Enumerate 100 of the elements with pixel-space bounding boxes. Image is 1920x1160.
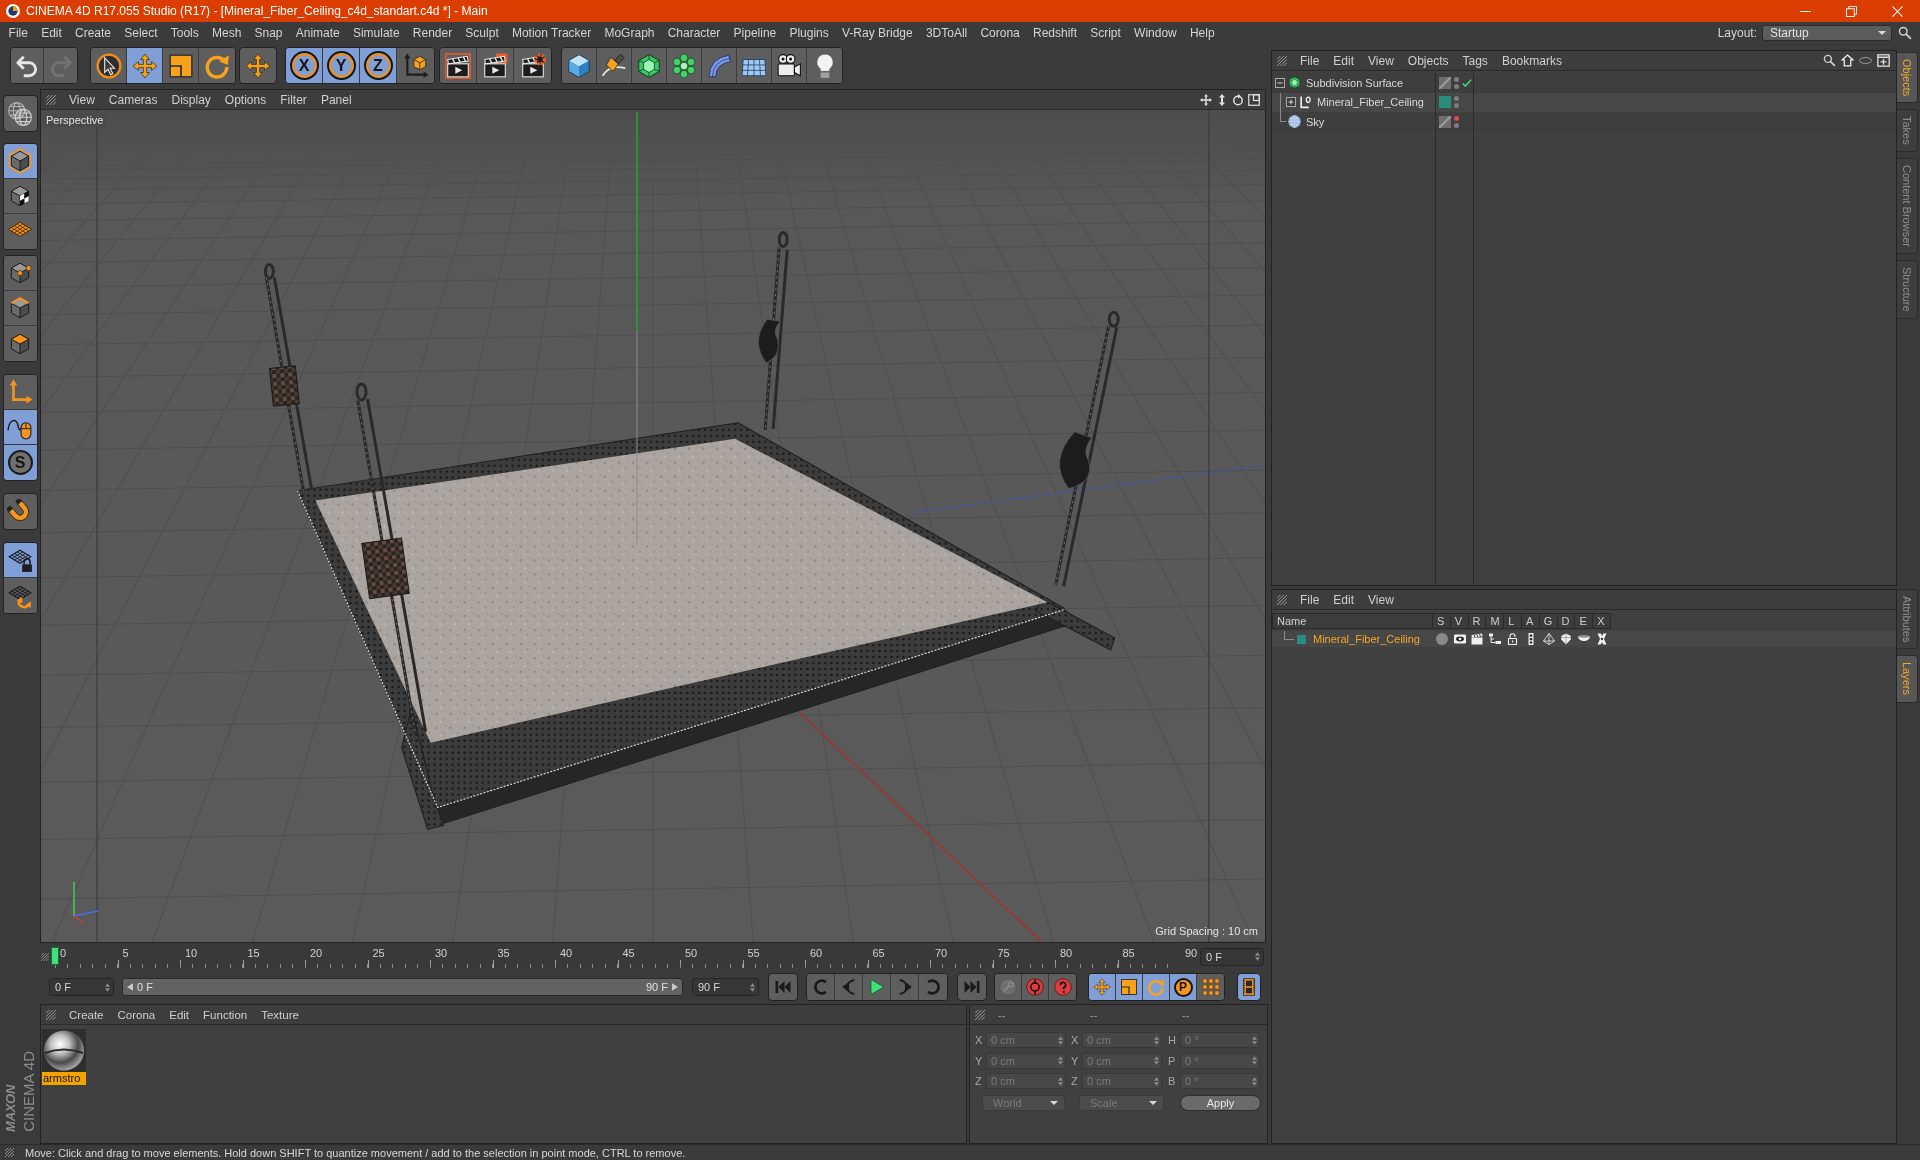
layer-name[interactable]: Mineral_Fiber_Ceiling bbox=[1313, 633, 1420, 645]
menu-item[interactable]: Snap bbox=[247, 26, 290, 40]
column-header[interactable]: S bbox=[1433, 613, 1451, 629]
render-visibility-dot-icon[interactable] bbox=[1454, 122, 1459, 128]
panel-grip-icon[interactable] bbox=[5, 1148, 14, 1157]
menu-item[interactable]: View bbox=[1361, 53, 1401, 68]
column-header[interactable]: E bbox=[1575, 613, 1594, 629]
layer-color-swatch-icon[interactable] bbox=[1297, 634, 1306, 644]
maximize-view-icon[interactable] bbox=[1248, 93, 1260, 106]
stepper-arrows-icon[interactable] bbox=[105, 982, 110, 992]
shield-icon[interactable] bbox=[1560, 633, 1573, 645]
slashed-square-icon[interactable] bbox=[1439, 76, 1451, 89]
menu-item[interactable]: Mesh bbox=[205, 26, 248, 40]
go-to-end-button[interactable] bbox=[957, 973, 987, 1001]
menu-item[interactable]: Edit bbox=[34, 26, 69, 40]
timeline-ruler[interactable]: 0 5 10 15 20 25 30 35 40 45 50 55 60 65 70 75 80 85 90 bbox=[50, 945, 1196, 968]
editor-visibility-dot-icon[interactable] bbox=[1454, 96, 1459, 102]
padlock-icon[interactable] bbox=[1507, 633, 1520, 645]
panel-grip-icon[interactable] bbox=[1277, 55, 1287, 66]
menu-item[interactable]: Character bbox=[661, 26, 727, 40]
layout-dropdown[interactable]: Startup bbox=[1762, 25, 1892, 41]
range-end-handle[interactable]: 90 F bbox=[642, 979, 682, 995]
menu-item[interactable]: Edit bbox=[162, 1008, 197, 1021]
move-tool-button[interactable] bbox=[127, 48, 163, 83]
viewport-menu-item[interactable]: Display bbox=[164, 92, 218, 107]
hierarchy-icon[interactable] bbox=[1489, 633, 1502, 645]
menu-item[interactable]: Animate bbox=[289, 26, 347, 40]
axis-lock-button[interactable]: Y bbox=[323, 48, 360, 83]
panel-grip-icon[interactable] bbox=[1277, 594, 1287, 605]
viewport-menu-item[interactable]: Panel bbox=[313, 92, 359, 107]
search-icon[interactable] bbox=[1898, 26, 1912, 40]
menu-item[interactable]: Help bbox=[1183, 26, 1222, 40]
menu-item[interactable]: Render bbox=[406, 26, 459, 40]
model-mode-button[interactable] bbox=[3, 144, 37, 179]
solo-button[interactable]: S bbox=[3, 445, 37, 480]
3d-viewport[interactable]: Perspective Grid Spacing : 10 cm bbox=[41, 110, 1265, 942]
previous-key-button[interactable] bbox=[807, 974, 835, 1000]
menu-item[interactable]: Edit bbox=[1326, 592, 1362, 607]
panel-grip-icon[interactable] bbox=[975, 1009, 985, 1020]
object-name[interactable]: Sky bbox=[1306, 115, 1325, 128]
axis-lock-button[interactable]: Z bbox=[360, 48, 397, 83]
material-name[interactable]: armstro bbox=[42, 1072, 86, 1085]
tweak-mode-button[interactable] bbox=[3, 410, 37, 445]
menu-item[interactable]: Window bbox=[1127, 26, 1184, 40]
menu-item[interactable]: Create bbox=[62, 1008, 111, 1021]
viewport-menu-item[interactable]: Cameras bbox=[101, 92, 165, 107]
oval-icon[interactable] bbox=[1859, 54, 1872, 67]
menu-item[interactable]: Texture bbox=[254, 1008, 306, 1021]
object-name[interactable]: Subdivision Surface bbox=[1306, 76, 1404, 89]
menu-item[interactable]: Objects bbox=[1400, 53, 1456, 68]
expand-toggle-icon[interactable] bbox=[1286, 97, 1296, 108]
editor-visibility-dot-icon[interactable] bbox=[1454, 115, 1459, 121]
side-tab[interactable]: Layers bbox=[1897, 655, 1918, 703]
search-icon[interactable] bbox=[1823, 54, 1836, 67]
editor-visibility-dot-icon[interactable] bbox=[1454, 76, 1459, 82]
material-sphere-thumbnail[interactable] bbox=[42, 1029, 86, 1072]
wire-pyramid-icon[interactable] bbox=[1542, 633, 1555, 645]
snap-button[interactable] bbox=[2, 493, 38, 530]
check-icon[interactable] bbox=[1462, 78, 1472, 87]
column-header[interactable]: M bbox=[1486, 613, 1505, 629]
object-name[interactable]: Mineral_Fiber_Ceiling bbox=[1317, 96, 1424, 109]
viewport-menu-item[interactable]: View bbox=[62, 92, 102, 107]
start-frame-field[interactable]: 0 F bbox=[49, 978, 114, 996]
layer-color-swatch-icon[interactable] bbox=[1439, 96, 1451, 109]
points-mode-button[interactable] bbox=[3, 256, 37, 291]
menu-item[interactable]: Sculpt bbox=[458, 26, 506, 40]
panel-grip-icon[interactable] bbox=[46, 1009, 56, 1020]
time-range-slider[interactable]: 0 F 90 F bbox=[122, 978, 683, 996]
menu-item[interactable]: Bookmarks bbox=[1494, 53, 1569, 68]
menu-item[interactable]: Redshift bbox=[1026, 26, 1084, 40]
pan-arrows-icon[interactable] bbox=[1200, 93, 1212, 106]
menu-item[interactable]: Script bbox=[1083, 26, 1128, 40]
axis-lock-button[interactable]: X bbox=[286, 48, 323, 83]
home-icon[interactable] bbox=[1841, 54, 1854, 67]
viewport-menu-item[interactable]: Options bbox=[217, 92, 274, 107]
zoom-arrows-icon[interactable] bbox=[1216, 93, 1228, 106]
stepper-arrows-icon[interactable] bbox=[1255, 952, 1260, 961]
column-header[interactable]: Name bbox=[1272, 613, 1433, 629]
menu-item[interactable]: Create bbox=[68, 26, 118, 40]
menu-item[interactable]: Corona bbox=[110, 1008, 163, 1021]
end-frame-field[interactable]: 90 F bbox=[692, 978, 759, 996]
parameter-track-button[interactable]: P bbox=[1170, 974, 1197, 1000]
axis-mode-button[interactable] bbox=[3, 375, 37, 410]
viewport-menu-item[interactable]: Filter bbox=[273, 92, 314, 107]
menu-item[interactable]: Plugins bbox=[782, 26, 836, 40]
slashed-square-icon[interactable] bbox=[1439, 115, 1451, 128]
menu-item[interactable]: Corona bbox=[973, 26, 1027, 40]
recent-tool-button[interactable] bbox=[239, 47, 277, 84]
menu-item[interactable]: 3DToAll bbox=[919, 26, 974, 40]
add-panel-icon[interactable] bbox=[1877, 54, 1890, 67]
menu-item[interactable]: V-Ray Bridge bbox=[835, 26, 920, 40]
stepper-arrows-icon[interactable] bbox=[750, 982, 755, 992]
dot-icon[interactable] bbox=[1435, 633, 1448, 645]
column-header[interactable]: L bbox=[1504, 613, 1522, 629]
menu-item[interactable]: Pipeline bbox=[726, 26, 783, 40]
render-view-button[interactable] bbox=[440, 48, 477, 83]
menu-item[interactable]: Select bbox=[117, 26, 165, 40]
menu-item[interactable]: Edit bbox=[1326, 53, 1362, 68]
make-editable-button[interactable] bbox=[2, 95, 38, 132]
render-visibility-dot-icon[interactable] bbox=[1454, 83, 1459, 89]
